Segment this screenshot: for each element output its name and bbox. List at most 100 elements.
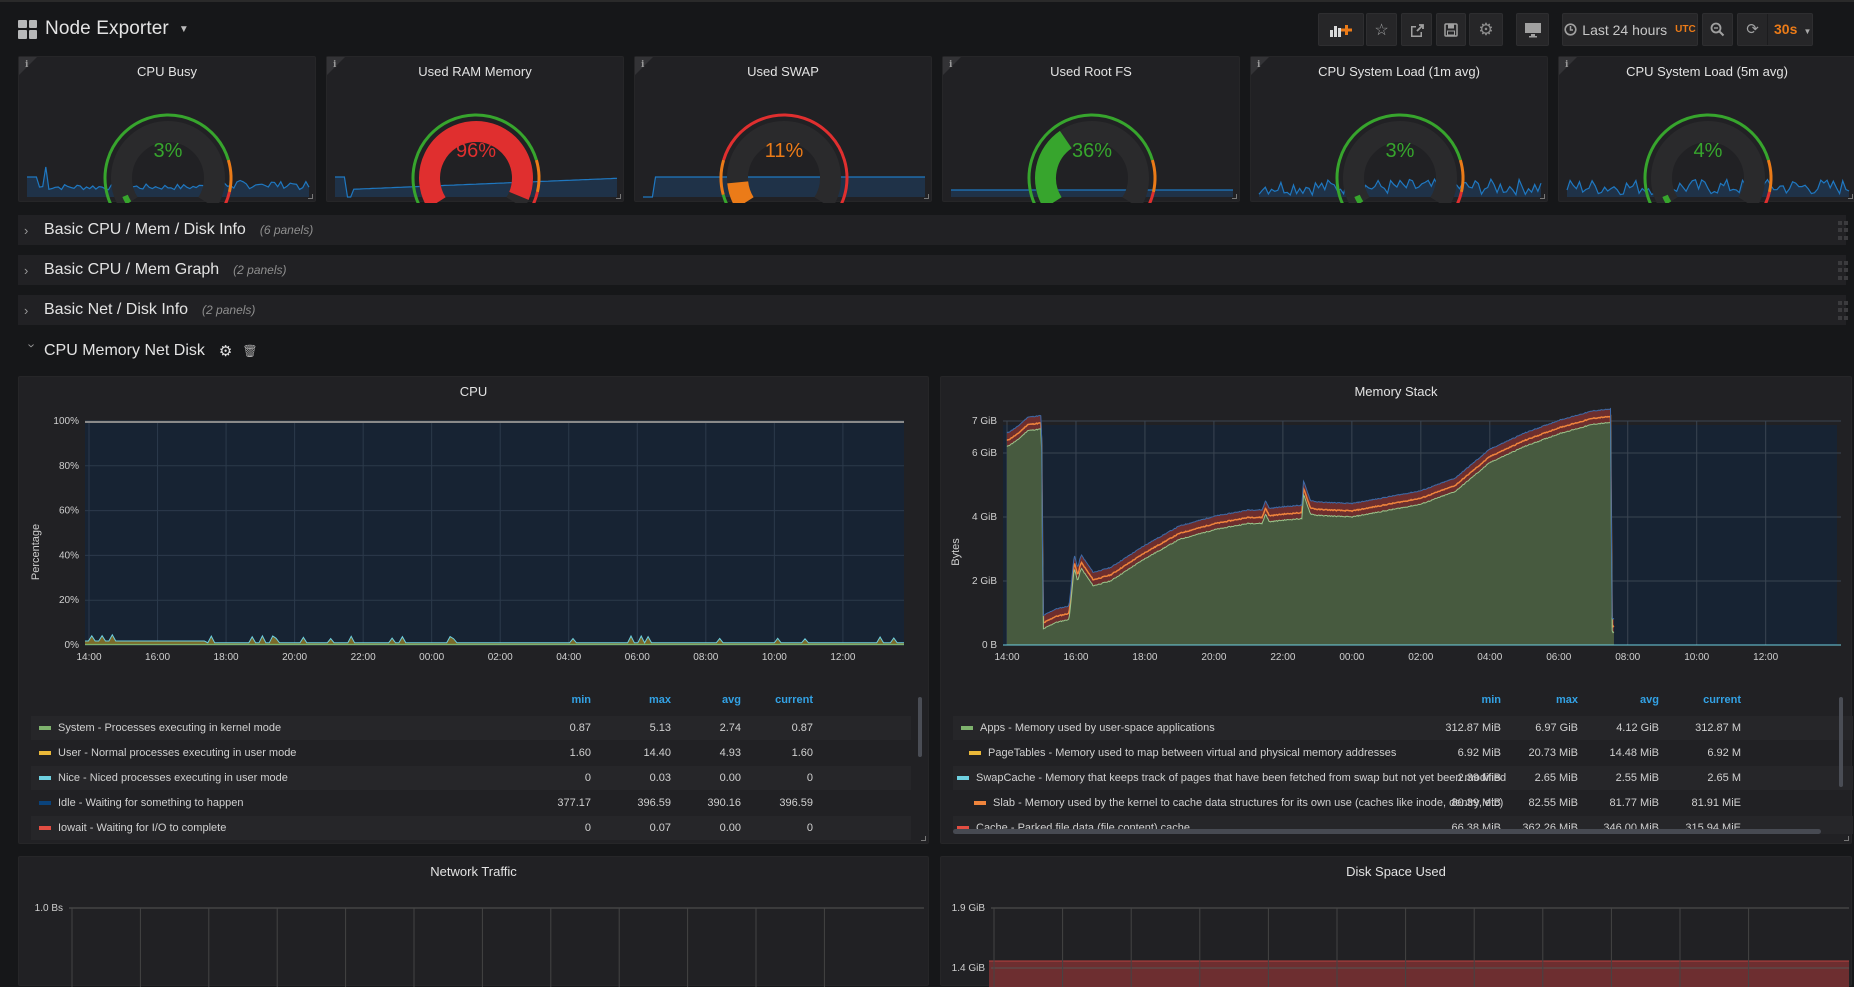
legend-header-min[interactable]: min: [531, 694, 591, 712]
x-tick-label: 16:00: [1063, 652, 1088, 663]
x-tick-label: 18:00: [214, 652, 239, 663]
disk-used-area: [989, 961, 1849, 987]
legend-series[interactable]: Slab - Memory used by the kernel to cach…: [953, 791, 1853, 815]
legend-series[interactable]: Apps - Memory used by user-space applica…: [953, 716, 1853, 740]
legend-current: 0.87: [791, 722, 813, 734]
cpu-graph[interactable]: Percentage 100% 80% 60% 40% 20% 0%14:00 16:00 1…: [19, 377, 930, 697]
series-color-swatch[interactable]: [39, 826, 51, 830]
legend-series[interactable]: PageTables - Memory used to map between …: [953, 741, 1853, 765]
sparkline-line: [27, 166, 310, 191]
legend-scrollbar[interactable]: [918, 697, 922, 757]
x-tick-label: 20:00: [282, 652, 307, 663]
memory-legend: min max avg current Apps - Memory used by us…: [953, 694, 1853, 834]
legend-series[interactable]: Idle - Waiting for something to happen 37…: [31, 791, 911, 815]
add-panel-button[interactable]: [1318, 13, 1364, 46]
y-axis-label: Percentage: [30, 524, 42, 580]
zoom-out-button[interactable]: [1702, 13, 1733, 46]
legend-header-current[interactable]: current: [1681, 694, 1741, 712]
gauge-value: 3%: [154, 140, 183, 162]
time-range-picker[interactable]: Last 24 hours UTC: [1562, 13, 1698, 46]
legend-header-max[interactable]: max: [611, 694, 671, 712]
legend-series[interactable]: System - Processes executing in kernel m…: [31, 716, 911, 740]
legend-series[interactable]: User - Normal processes executing in use…: [31, 741, 911, 765]
legend-header-current[interactable]: current: [753, 694, 813, 712]
gauge-value-arc: [1662, 194, 1672, 203]
save-button[interactable]: [1436, 13, 1466, 46]
y-axis-label: Bytes: [950, 538, 962, 566]
star-button[interactable]: ☆: [1366, 13, 1397, 46]
refresh-interval-picker[interactable]: 30s ▼: [1774, 21, 1811, 38]
legend-header-max[interactable]: max: [1518, 694, 1578, 712]
dashboard-picker[interactable]: Node Exporter ▼: [18, 18, 189, 40]
series-color-swatch[interactable]: [39, 801, 51, 805]
series-color-swatch[interactable]: [961, 726, 973, 730]
drag-handle-icon[interactable]: [1838, 221, 1848, 241]
refresh-icon: ⟳: [1746, 21, 1759, 38]
series-label: System - Processes executing in kernel m…: [58, 722, 282, 734]
row-panel-count: (6 panels): [259, 223, 314, 237]
gear-icon: ⚙: [1478, 19, 1494, 39]
row-basic-cpu-mem-disk[interactable]: › Basic CPU / Mem / Disk Info (6 panels): [18, 215, 1848, 245]
x-tick-label: 00:00: [419, 652, 444, 663]
legend-current: 0: [806, 772, 813, 784]
trash-icon[interactable]: 🗑: [242, 344, 257, 358]
legend-scrollbar[interactable]: [1839, 697, 1843, 787]
drag-handle-icon[interactable]: [1838, 261, 1848, 281]
legend-avg: 0.00: [719, 822, 741, 834]
y-tick-label: 80%: [59, 461, 79, 472]
disk-space-graph[interactable]: 1.9 GiB 1.4 GiB: [941, 857, 1853, 987]
legend-avg: 2.74: [719, 722, 741, 734]
series-color-swatch[interactable]: [39, 751, 51, 755]
gauge-value: 4%: [1694, 140, 1723, 162]
legend-series[interactable]: Iowait - Waiting for I/O to complete 0 0.0…: [31, 816, 911, 840]
legend-avg: 4.12 GiB: [1616, 722, 1659, 734]
resize-handle[interactable]: [921, 836, 926, 841]
gauge-value-arc: [1354, 194, 1364, 203]
series-color-swatch[interactable]: [39, 776, 51, 780]
row-basic-net-disk[interactable]: › Basic Net / Disk Info (2 panels): [18, 295, 1848, 325]
share-button[interactable]: [1401, 13, 1432, 46]
legend-header-avg[interactable]: avg: [1599, 694, 1659, 712]
settings-button[interactable]: ⚙: [1469, 13, 1503, 46]
row-cpu-memory-net-disk[interactable]: › CPU Memory Net Disk ⚙ 🗑: [18, 336, 258, 366]
cpu-graph-panel: CPU Percentage 100% 80% 60% 40% 20% 0% 14:00 16…: [18, 376, 929, 844]
legend-avg: 4.93: [719, 747, 741, 759]
legend-header-avg[interactable]: avg: [681, 694, 741, 712]
x-tick-label: 14:00: [76, 652, 101, 663]
x-tick-label: 16:00: [145, 652, 170, 663]
memory-stack-graph[interactable]: Bytes 7 GiB 6 GiB 4 GiB 2 GiB 0 B14:00 16:00 1…: [941, 377, 1853, 697]
row-title: Basic Net / Disk Info: [44, 301, 189, 318]
legend-avg: 14.48 MiB: [1609, 747, 1659, 759]
row-settings-icon[interactable]: ⚙: [219, 342, 232, 360]
legend-series[interactable]: Nice - Niced processes executing in user…: [31, 766, 911, 790]
x-tick-label: 00:00: [1339, 652, 1364, 663]
legend-avg: 390.16: [707, 797, 741, 809]
legend-series[interactable]: SwapCache - Memory that keeps track of p…: [953, 766, 1853, 790]
series-color-swatch[interactable]: [974, 801, 986, 805]
gauge-value-arc: [727, 180, 754, 203]
tv-mode-button[interactable]: [1516, 13, 1549, 46]
series-color-swatch[interactable]: [957, 776, 969, 780]
series-color-swatch[interactable]: [39, 726, 51, 730]
gauge-chart: 3%: [1258, 113, 1542, 203]
legend-avg: 2.55 MiB: [1615, 772, 1659, 784]
legend-min: 0: [584, 772, 591, 784]
legend-horizontal-scrollbar[interactable]: [953, 829, 1821, 834]
y-tick-label: 20%: [59, 595, 79, 606]
refresh-button[interactable]: ⟳: [1738, 14, 1768, 45]
timezone-badge: UTC: [1675, 24, 1696, 35]
x-tick-label: 04:00: [556, 652, 581, 663]
row-title: Basic CPU / Mem / Disk Info: [44, 221, 246, 238]
legend-header-min[interactable]: min: [1441, 694, 1501, 712]
resize-handle[interactable]: [1844, 836, 1849, 841]
x-tick-label: 10:00: [762, 652, 787, 663]
gauge-panel: i Used Root FS 36%: [942, 56, 1240, 203]
x-tick-label: 08:00: [693, 652, 718, 663]
drag-handle-icon[interactable]: [1838, 301, 1848, 321]
row-basic-cpu-mem-graph[interactable]: › Basic CPU / Mem Graph (2 panels): [18, 255, 1848, 285]
network-traffic-graph[interactable]: 1.0 Bs: [19, 857, 930, 987]
refresh-interval-value: 30s: [1774, 21, 1798, 37]
series-color-swatch[interactable]: [969, 751, 981, 755]
row-panel-count: (2 panels): [202, 303, 256, 317]
caret-down-icon: ▼: [1803, 27, 1812, 36]
